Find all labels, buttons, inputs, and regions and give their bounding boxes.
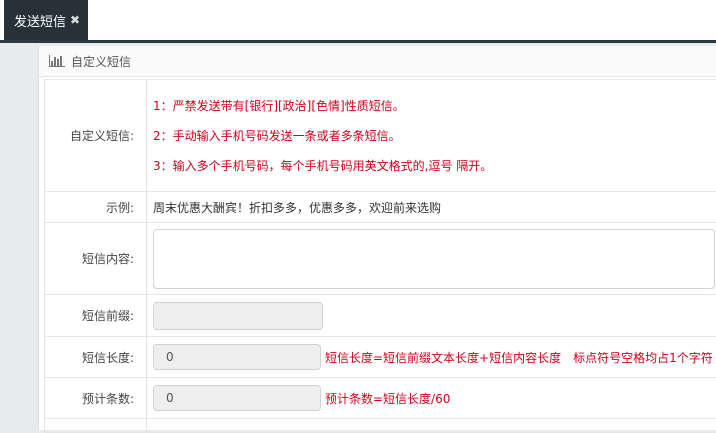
next-row-value [147, 419, 716, 433]
prefix-label: 短信前缀: [45, 295, 147, 337]
close-icon[interactable]: ✖ [70, 13, 80, 27]
form-row-rules: 自定义短信: 1：严禁发送带有[银行][政治][色情]性质短信。 2：手动输入手… [45, 80, 716, 192]
length-label: 短信长度: [45, 337, 147, 378]
rules-list: 1：严禁发送带有[银行][政治][色情]性质短信。 2：手动输入手机号码发送一条… [147, 80, 716, 192]
count-hint: 预计条数=短信长度/60 [325, 390, 450, 407]
panel-title: 自定义短信 [71, 53, 131, 70]
top-tab-bar: 发送短信 ✖ [0, 0, 716, 41]
form-row-count: 预计条数: 0 预计条数=短信长度/60 [45, 378, 716, 419]
sms-count-input[interactable]: 0 [153, 385, 321, 411]
count-label: 预计条数: [45, 378, 147, 419]
example-label: 示例: [45, 192, 147, 223]
sms-form: 自定义短信: 1：严禁发送带有[银行][政治][色情]性质短信。 2：手动输入手… [44, 79, 716, 433]
example-text: 周末优惠大酬宾！折扣多多，优惠多多，欢迎前来选购 [147, 192, 716, 223]
tab-send-sms[interactable]: 发送短信 ✖ [4, 0, 88, 40]
rule-item: 3：输入多个手机号码，每个手机号码用英文格式的,逗号 隔开。 [153, 151, 715, 181]
rule-item: 1：严禁发送带有[银行][政治][色情]性质短信。 [153, 91, 715, 121]
tab-underline [0, 40, 716, 43]
content-label: 短信内容: [45, 223, 147, 295]
next-row-label [45, 419, 147, 433]
form-row-content: 短信内容: [45, 223, 716, 295]
sms-content-textarea[interactable] [153, 229, 715, 289]
form-row-example: 示例: 周末优惠大酬宾！折扣多多，优惠多多，欢迎前来选购 [45, 192, 716, 223]
form-row-prefix: 短信前缀: [45, 295, 716, 337]
bar-chart-icon [49, 55, 65, 67]
panel-header: 自定义短信 [39, 46, 716, 77]
length-hint: 短信长度=短信前缀文本长度+短信内容长度 标点符号空格均占1个字符 [325, 349, 713, 366]
sms-length-input[interactable]: 0 [153, 344, 321, 370]
form-row-length: 短信长度: 0 短信长度=短信前缀文本长度+短信内容长度 标点符号空格均占1个字… [45, 337, 716, 378]
form-row-next [45, 419, 716, 433]
rule-item: 2：手动输入手机号码发送一条或者多条短信。 [153, 121, 715, 151]
sms-prefix-input[interactable] [153, 302, 323, 330]
tab-label: 发送短信 [14, 11, 66, 30]
custom-sms-label: 自定义短信: [45, 80, 147, 192]
left-gutter [0, 43, 38, 430]
sms-panel: 自定义短信 自定义短信: 1：严禁发送带有[银行][政治][色情]性质短信。 2… [38, 46, 716, 430]
